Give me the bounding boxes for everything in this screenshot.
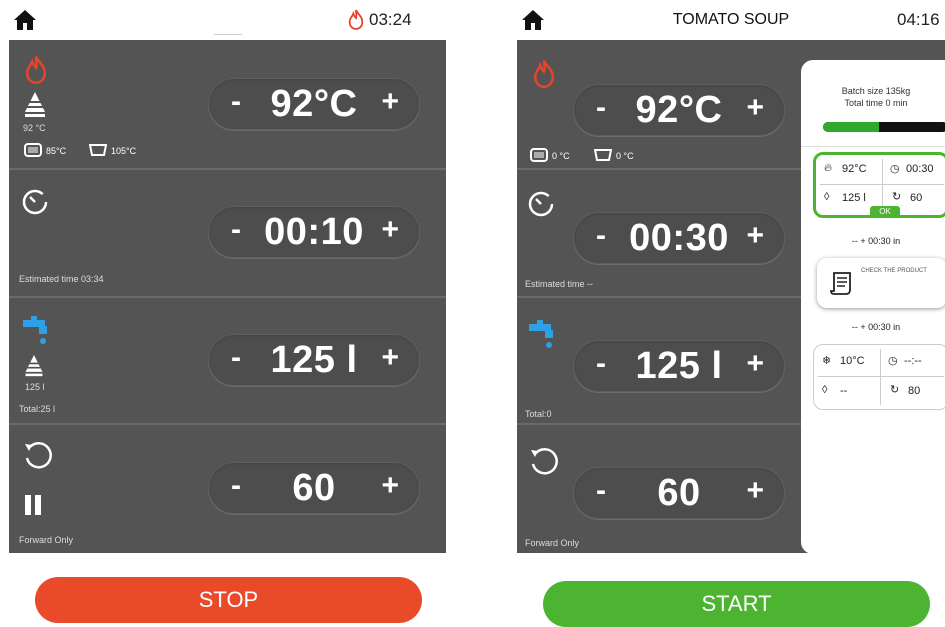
mixer-row: Forward Only - 60 + (9, 425, 446, 553)
timer-control: - 00:30 + (573, 212, 785, 264)
increase-button[interactable]: + (746, 91, 764, 125)
step-temp: 10°C (840, 355, 865, 367)
faucet-icon (529, 320, 553, 348)
check-product-step[interactable]: CHECK THE PRODUCT (817, 258, 945, 308)
top-bar: 03:24 (9, 0, 446, 40)
step-water: -- (840, 385, 848, 397)
pause-icon[interactable] (23, 494, 43, 516)
water-level-label: 125 l (25, 382, 45, 392)
step-time: 00:30 (906, 163, 934, 175)
recipe-progress (823, 122, 945, 132)
water-row: 125 l Total:25 l - 125 l + (9, 298, 446, 425)
temperature-control: - 92°C + (208, 78, 420, 130)
step-time: --:-- (904, 355, 922, 367)
batch-size: Batch size 135kg (841, 86, 911, 96)
increase-button[interactable]: + (746, 347, 764, 381)
step-interval: -- + 00:30 in (851, 236, 901, 246)
recipe-step-2[interactable]: ❄ 10°C ◷ --:-- ◊ -- ↻ 80 (813, 344, 945, 410)
timer-icon: ◷ (888, 355, 898, 367)
right-screen: TOMATO SOUP 04:16 0 °C 0 °C - 92°C + Est… (517, 0, 945, 627)
check-product-label: CHECK THE PRODUCT (861, 268, 927, 274)
left-screen: 03:24 92 °C 85°C 105°C - 92°C + Estimate… (9, 0, 446, 624)
drop-icon: ◊ (824, 191, 830, 203)
mixer-mode: Forward Only (525, 538, 580, 548)
estimated-time: Estimated time 03:34 (19, 274, 104, 284)
increase-button[interactable]: + (746, 474, 764, 508)
mixer-control: - 60 + (208, 462, 420, 514)
divider (880, 349, 881, 405)
water-total: Total:0 (525, 409, 552, 419)
timer-icon (22, 189, 48, 215)
ok-badge: OK (870, 206, 900, 218)
pot-icon (89, 144, 107, 156)
control-panel: 92 °C 85°C 105°C - 92°C + Estimated time… (9, 40, 446, 553)
setpoint-label: 92 °C (23, 123, 46, 133)
level-icon (25, 92, 45, 117)
timer-icon (528, 191, 554, 217)
temperature-row: 92 °C 85°C 105°C - 92°C + (9, 40, 446, 170)
sensor1-temp: 85°C (46, 146, 67, 156)
water-control: - 125 l + (208, 334, 420, 386)
rotation-icon: ↻ (890, 384, 900, 396)
increase-button[interactable]: + (746, 219, 764, 253)
flame-icon (25, 55, 47, 84)
scroll-icon (830, 272, 851, 295)
flame-icon (533, 59, 555, 88)
rotation-icon: ↻ (892, 191, 902, 203)
recipe-title: TOMATO SOUP (672, 11, 790, 28)
pot-icon (594, 149, 612, 161)
level-icon (25, 355, 43, 377)
sensor2-temp: 105°C (111, 146, 137, 156)
step-water: 125 l (842, 192, 866, 204)
top-bar: TOMATO SOUP 04:16 (517, 0, 945, 40)
step-mixer: 80 (908, 385, 921, 397)
divider (882, 159, 883, 211)
sensor2-temp: 0 °C (616, 151, 634, 161)
tray-icon (24, 143, 42, 157)
increase-button[interactable]: + (381, 213, 399, 247)
total-time: Total time 0 min (844, 98, 908, 108)
recipe-steps-card: Batch size 135kg Total time 0 min 🔥︎ 92°… (801, 60, 945, 554)
divider (820, 184, 944, 185)
temperature-control: - 92°C + (573, 84, 785, 136)
mixer-mode: Forward Only (19, 535, 74, 545)
flame-icon (348, 9, 364, 30)
rotation-icon (25, 442, 52, 469)
stop-button[interactable]: STOP (35, 577, 422, 623)
progress-fill (823, 122, 880, 132)
timer-control: - 00:10 + (208, 206, 420, 258)
sensor1-temp: 0 °C (552, 151, 570, 161)
recipe-step-1[interactable]: 🔥︎ 92°C ◷ 00:30 ◊ 125 l ↻ 60 OK (813, 152, 945, 218)
snowflake-icon: ❄ (822, 355, 832, 367)
water-control: - 125 l + (573, 340, 785, 392)
clock: 04:16 (897, 10, 940, 29)
flame-icon: 🔥︎ (824, 162, 833, 174)
timer-row: Estimated time 03:34 - 00:10 + (9, 170, 446, 298)
home-icon[interactable] (13, 9, 37, 31)
rotation-icon (531, 448, 558, 475)
tray-icon (530, 148, 548, 162)
step-mixer: 60 (910, 192, 923, 204)
water-total: Total:25 l (19, 404, 56, 414)
clock: 03:24 (369, 10, 412, 29)
start-button[interactable]: START (543, 581, 930, 627)
faucet-icon (23, 316, 47, 344)
drop-icon: ◊ (822, 384, 828, 396)
step-temp: 92°C (842, 163, 867, 175)
divider (818, 376, 944, 377)
increase-button[interactable]: + (381, 469, 399, 503)
divider (801, 146, 945, 147)
mixer-control: - 60 + (573, 467, 785, 519)
timer-icon: ◷ (890, 163, 900, 175)
step-interval: -- + 00:30 in (851, 322, 901, 332)
estimated-time: Estimated time -- (525, 279, 594, 289)
increase-button[interactable]: + (381, 85, 399, 119)
drag-handle[interactable] (214, 34, 242, 35)
increase-button[interactable]: + (381, 341, 399, 375)
